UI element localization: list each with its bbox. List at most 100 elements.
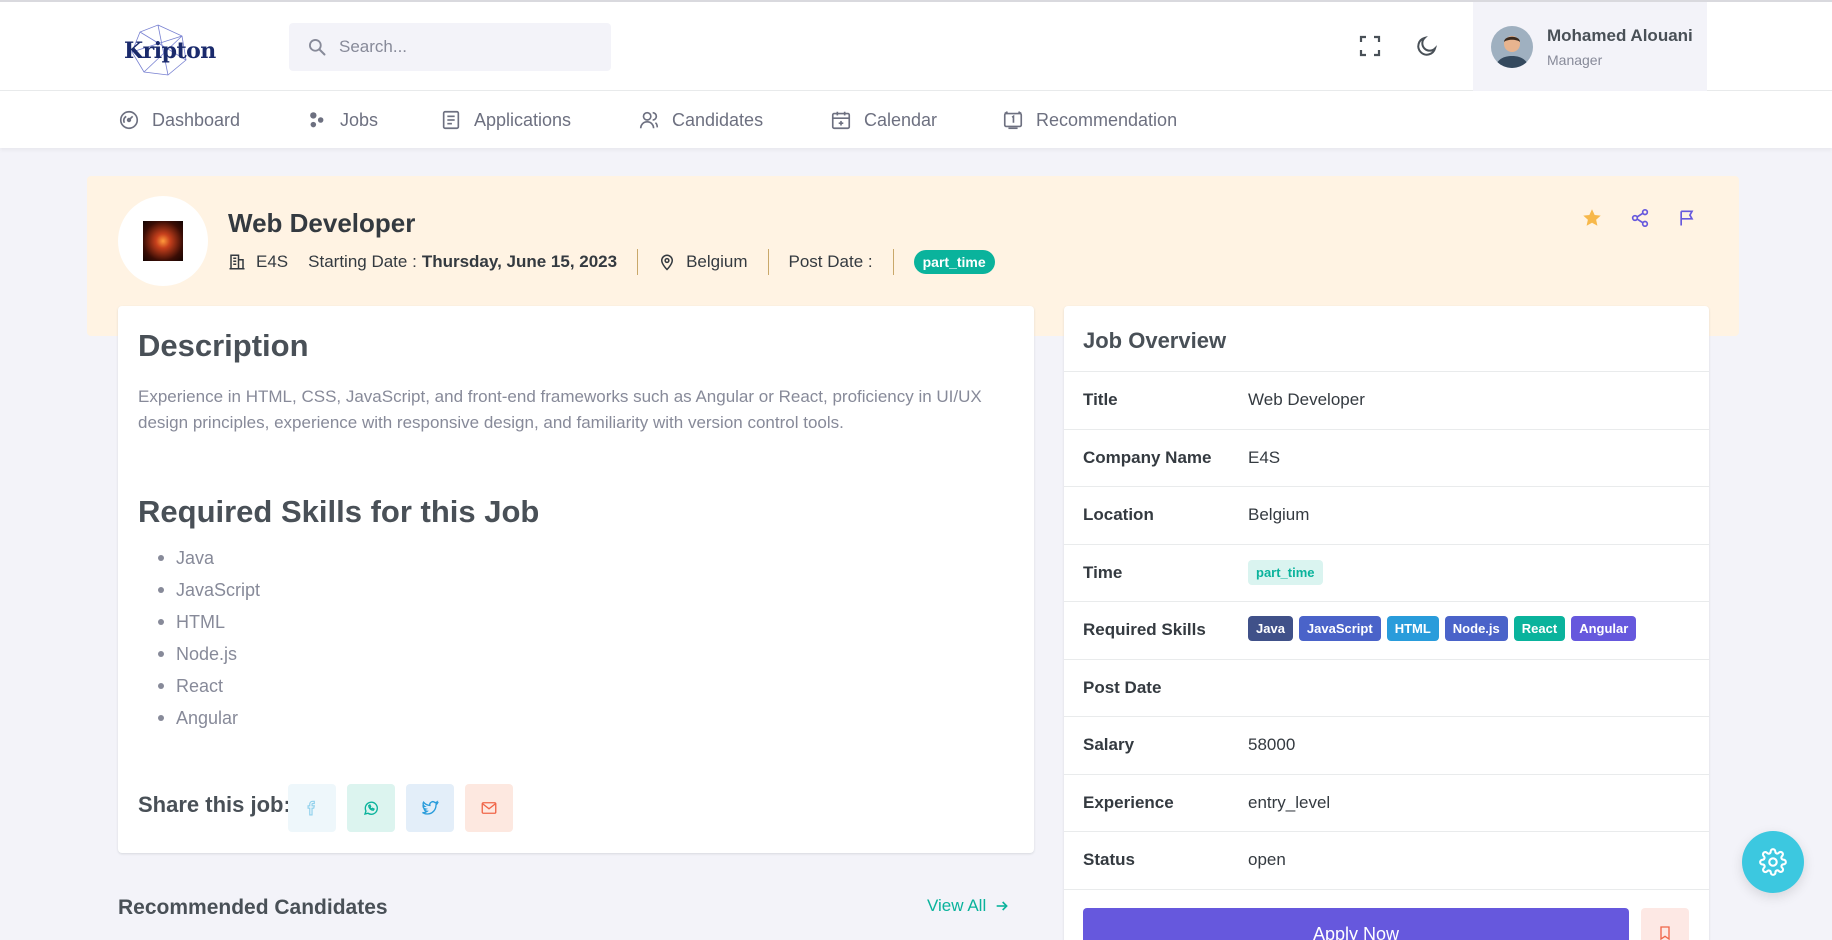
nav-label-candidates: Candidates [672, 109, 764, 130]
fullscreen-icon [1359, 35, 1381, 57]
skill-badge: Node.js [1444, 616, 1508, 641]
overview-value: 58000 [1248, 735, 1296, 754]
overview-value: Belgium [1248, 505, 1310, 524]
job-overview-card: Job Overview Title Web Developer Company… [1064, 306, 1709, 940]
overview-value: Web Developer [1248, 390, 1365, 409]
main-nav: Dashboard Jobs Applications Candidates C… [0, 91, 1832, 148]
fullscreen-button[interactable] [1352, 28, 1388, 64]
skill-badge: JavaScript [1298, 616, 1381, 641]
skill-badge: Java [1248, 616, 1293, 641]
company-logo [118, 196, 208, 286]
top-header: Kripton Mohamed Alouani Manager [0, 0, 1832, 91]
job-meta: E4S Starting Date : Thursday, June 15, 2… [228, 249, 995, 275]
favorite-button[interactable] [1578, 204, 1606, 232]
description-text: Experience in HTML, CSS, JavaScript, and… [138, 387, 982, 432]
nav-label-dashboard: Dashboard [152, 109, 241, 130]
search-icon [309, 39, 326, 56]
share-email-button[interactable] [465, 784, 513, 832]
overview-value: entry_level [1248, 792, 1331, 812]
applications-icon [442, 110, 460, 130]
table-row: Required Skills Java JavaScript HTML Nod… [1064, 602, 1709, 660]
search-input[interactable] [339, 23, 599, 71]
job-type-badge: part_time [913, 250, 995, 274]
search-bar [289, 23, 611, 71]
overview-label: Status [1083, 850, 1135, 869]
view-all-label: View All [927, 896, 987, 915]
skill-badge: React [1513, 616, 1566, 641]
gear-icon [1759, 848, 1787, 876]
nav-item-dashboard[interactable]: Dashboard [118, 105, 240, 135]
list-item: Java [158, 542, 260, 574]
apply-now-button[interactable]: Apply Now [1083, 908, 1629, 940]
overview-label: Post Date [1083, 677, 1162, 697]
user-role: Manager [1547, 52, 1603, 68]
jobs-icon [310, 112, 324, 128]
nav-item-jobs[interactable]: Jobs [306, 105, 378, 135]
time-badge: part_time [1248, 559, 1323, 585]
user-name: Mohamed Alouani [1547, 26, 1693, 45]
description-card: Description Experience in HTML, CSS, Jav… [118, 306, 1034, 853]
user-menu[interactable]: Mohamed Alouani Manager [1473, 2, 1707, 91]
calendar-icon [831, 111, 851, 130]
starting-date: Thursday, June 15, 2023 [421, 252, 618, 271]
overview-label: Company Name [1083, 447, 1212, 467]
table-row: Salary 58000 [1064, 717, 1709, 775]
view-all-link[interactable]: View All [927, 896, 1010, 916]
nav-item-recommendation[interactable]: Recommendation [1002, 105, 1177, 135]
nav-label-calendar: Calendar [864, 109, 938, 130]
settings-button[interactable] [1742, 831, 1804, 893]
nav-item-calendar[interactable]: Calendar [830, 105, 937, 135]
map-pin-icon [661, 254, 674, 271]
facebook-icon [307, 800, 316, 816]
table-row: Status open [1064, 832, 1709, 890]
whatsapp-icon [363, 801, 378, 815]
overview-label: Required Skills [1083, 620, 1206, 639]
overview-value: open [1248, 850, 1286, 869]
nav-label-jobs: Jobs [340, 109, 379, 130]
overview-label: Location [1083, 505, 1154, 524]
table-row: Experience entry_level [1064, 775, 1709, 832]
skill-badge: Angular [1571, 616, 1637, 641]
twitter-icon [422, 800, 439, 815]
share-twitter-button[interactable] [406, 784, 454, 832]
skills-list: Java JavaScript HTML Node.js React Angul… [158, 542, 260, 734]
share-whatsapp-button[interactable] [347, 784, 395, 832]
dark-mode-button[interactable] [1409, 28, 1445, 64]
kripton-logo[interactable]: Kripton [120, 22, 216, 78]
table-row: Title Web Developer [1064, 372, 1709, 430]
bookmark-button[interactable] [1641, 908, 1689, 940]
share-icon [1631, 209, 1649, 228]
table-row: Post Date [1064, 660, 1709, 717]
logo-text: Kripton [124, 38, 216, 64]
overview-heading: Job Overview [1083, 328, 1227, 353]
job-company: E4S [256, 252, 289, 271]
share-button[interactable] [1626, 204, 1654, 232]
job-location: Belgium [686, 252, 748, 271]
overview-label: Salary [1083, 735, 1135, 754]
nav-item-applications[interactable]: Applications [440, 105, 571, 135]
post-date-label: Post Date : [788, 252, 873, 271]
list-item: React [158, 670, 260, 702]
candidates-icon [639, 111, 659, 129]
starting-date-label: Starting Date : [308, 252, 417, 271]
arrow-right-icon [996, 901, 1009, 911]
skill-badges: Java JavaScript HTML Node.js React Angul… [1248, 616, 1637, 641]
list-item: JavaScript [158, 574, 260, 606]
nav-item-candidates[interactable]: Candidates [638, 105, 763, 135]
recommendation-icon [1003, 111, 1023, 130]
overview-value: E4S [1248, 447, 1281, 467]
overview-label: Experience [1083, 792, 1174, 812]
nav-label-recommendation: Recommendation [1036, 109, 1178, 130]
skills-heading: Required Skills for this Job [138, 494, 540, 529]
table-row: Location Belgium [1064, 487, 1709, 545]
overview-label: Time [1083, 562, 1123, 582]
list-item: Node.js [158, 638, 260, 670]
description-heading: Description [138, 328, 309, 363]
share-facebook-button[interactable] [288, 784, 336, 832]
share-label: Share this job: [138, 792, 291, 817]
job-title: Web Developer [228, 208, 416, 238]
overview-label: Title [1083, 390, 1118, 409]
table-row: Time part_time [1064, 545, 1709, 602]
report-button[interactable] [1673, 204, 1701, 232]
dashboard-icon [119, 110, 139, 130]
